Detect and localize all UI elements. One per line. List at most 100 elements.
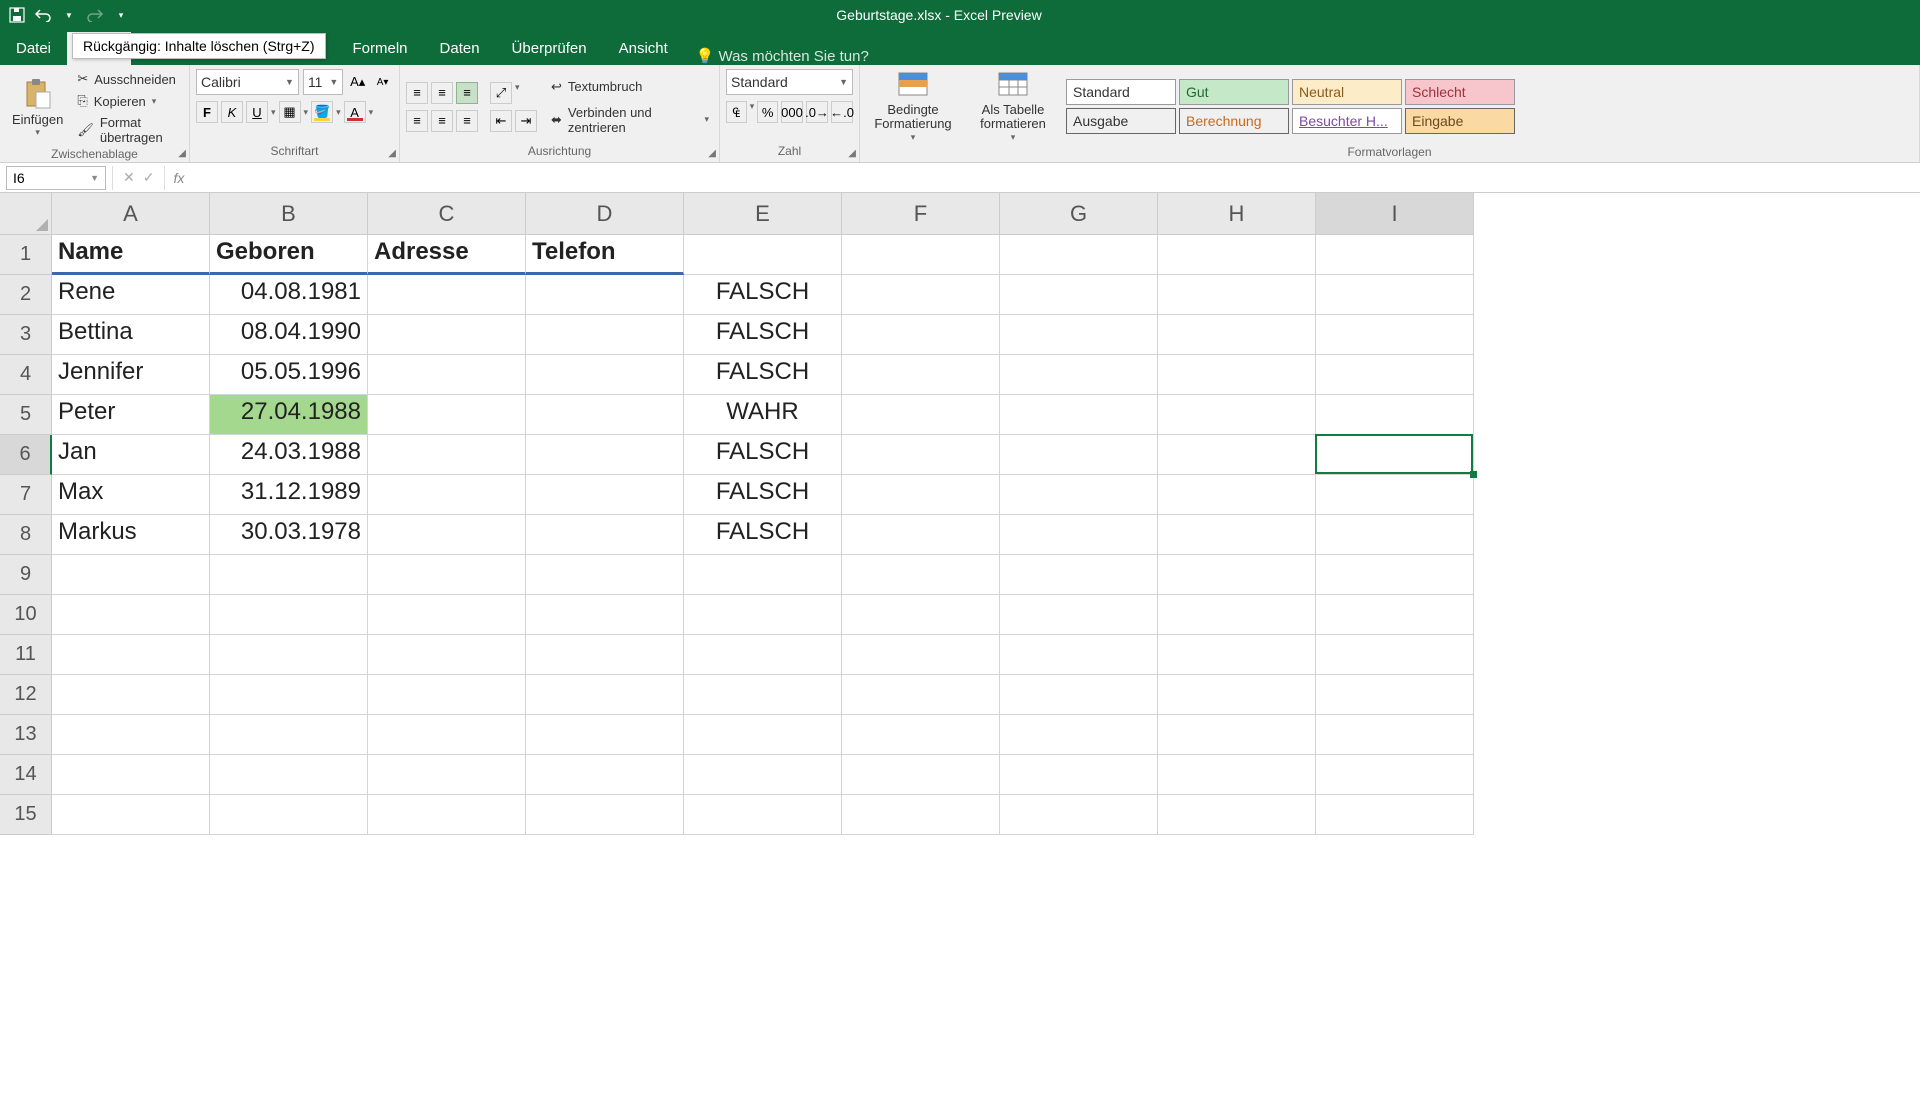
- cell[interactable]: [368, 675, 526, 715]
- undo-dropdown-icon[interactable]: ▼: [60, 6, 78, 24]
- cell[interactable]: 04.08.1981: [210, 275, 368, 315]
- cell[interactable]: FALSCH: [684, 315, 842, 355]
- cell[interactable]: [368, 355, 526, 395]
- align-right-icon[interactable]: ≡: [456, 110, 478, 132]
- select-all-corner[interactable]: [0, 193, 52, 235]
- cell[interactable]: [1316, 715, 1474, 755]
- cell[interactable]: [526, 715, 684, 755]
- style-cell-2[interactable]: Neutral: [1292, 79, 1402, 105]
- tell-me-search[interactable]: 💡 Was möchten Sie tun?: [696, 47, 869, 65]
- cell[interactable]: [1000, 755, 1158, 795]
- cell[interactable]: [1158, 555, 1316, 595]
- cell[interactable]: [1158, 595, 1316, 635]
- cell[interactable]: [1316, 235, 1474, 275]
- cell[interactable]: [526, 355, 684, 395]
- paste-button[interactable]: Einfügen ▾: [6, 76, 69, 140]
- cell[interactable]: [210, 635, 368, 675]
- cell[interactable]: [52, 675, 210, 715]
- col-header-H[interactable]: H: [1158, 193, 1316, 235]
- decrease-font-icon[interactable]: A▾: [372, 71, 393, 93]
- cell[interactable]: [526, 395, 684, 435]
- cell[interactable]: WAHR: [684, 395, 842, 435]
- decrease-indent-icon[interactable]: ⇤: [490, 110, 512, 132]
- cell[interactable]: [368, 475, 526, 515]
- col-header-D[interactable]: D: [526, 193, 684, 235]
- cell[interactable]: [368, 595, 526, 635]
- increase-indent-icon[interactable]: ⇥: [515, 110, 537, 132]
- tab-daten[interactable]: Daten: [424, 32, 496, 65]
- cell[interactable]: Adresse: [368, 235, 526, 275]
- tab-ueberpruefen[interactable]: Überprüfen: [496, 32, 603, 65]
- italic-button[interactable]: K: [221, 101, 243, 123]
- cell[interactable]: FALSCH: [684, 435, 842, 475]
- row-header-2[interactable]: 2: [0, 275, 52, 315]
- cell[interactable]: [1316, 755, 1474, 795]
- style-cell-4[interactable]: Ausgabe: [1066, 108, 1176, 134]
- cell[interactable]: [1000, 595, 1158, 635]
- copy-button[interactable]: ⎘ Kopieren ▾: [73, 91, 183, 111]
- cell[interactable]: [526, 475, 684, 515]
- cell[interactable]: [842, 355, 1000, 395]
- cell[interactable]: [1000, 275, 1158, 315]
- cell[interactable]: [842, 595, 1000, 635]
- row-header-6[interactable]: 6: [0, 435, 52, 475]
- align-launcher-icon[interactable]: ◢: [708, 148, 716, 159]
- cell[interactable]: [1000, 475, 1158, 515]
- cell[interactable]: [1316, 635, 1474, 675]
- cell[interactable]: [368, 435, 526, 475]
- row-header-15[interactable]: 15: [0, 795, 52, 835]
- increase-font-icon[interactable]: A▴: [347, 71, 368, 93]
- cell[interactable]: FALSCH: [684, 275, 842, 315]
- col-header-A[interactable]: A: [52, 193, 210, 235]
- align-left-icon[interactable]: ≡: [406, 110, 428, 132]
- cell[interactable]: [842, 555, 1000, 595]
- cell[interactable]: [1158, 315, 1316, 355]
- cell[interactable]: [1000, 635, 1158, 675]
- cell[interactable]: Name: [52, 235, 210, 275]
- cell[interactable]: [684, 235, 842, 275]
- accounting-format-icon[interactable]: ₠: [726, 101, 747, 123]
- cell[interactable]: [210, 595, 368, 635]
- cell[interactable]: [684, 715, 842, 755]
- tab-formeln[interactable]: Formeln: [337, 32, 424, 65]
- cell[interactable]: [1316, 475, 1474, 515]
- cell[interactable]: [842, 755, 1000, 795]
- cell[interactable]: [1316, 395, 1474, 435]
- cell[interactable]: [1158, 275, 1316, 315]
- cancel-formula-icon[interactable]: ✕: [123, 169, 135, 186]
- cell[interactable]: [1000, 675, 1158, 715]
- cell[interactable]: [1316, 515, 1474, 555]
- row-header-4[interactable]: 4: [0, 355, 52, 395]
- cell[interactable]: [52, 715, 210, 755]
- cells-area[interactable]: NameGeborenAdresseTelefonRene04.08.1981F…: [52, 235, 1474, 835]
- cell[interactable]: [1316, 435, 1474, 475]
- wrap-text-button[interactable]: ↩ Textumbruch: [547, 77, 713, 97]
- cell[interactable]: [1158, 755, 1316, 795]
- cell[interactable]: 30.03.1978: [210, 515, 368, 555]
- cell[interactable]: 24.03.1988: [210, 435, 368, 475]
- cell[interactable]: [842, 395, 1000, 435]
- row-header-12[interactable]: 12: [0, 675, 52, 715]
- col-header-F[interactable]: F: [842, 193, 1000, 235]
- cell[interactable]: [526, 755, 684, 795]
- row-header-9[interactable]: 9: [0, 555, 52, 595]
- cell[interactable]: [684, 555, 842, 595]
- cell[interactable]: [52, 755, 210, 795]
- undo-icon[interactable]: [34, 6, 52, 24]
- row-header-11[interactable]: 11: [0, 635, 52, 675]
- spreadsheet-grid[interactable]: ABCDEFGHI 123456789101112131415 NameGebo…: [0, 193, 1920, 1093]
- cell[interactable]: [1000, 555, 1158, 595]
- style-cell-3[interactable]: Schlecht: [1405, 79, 1515, 105]
- align-middle-icon[interactable]: ≡: [431, 82, 453, 104]
- cell[interactable]: [368, 795, 526, 835]
- cell[interactable]: [1000, 395, 1158, 435]
- format-painter-button[interactable]: 🖌 Format übertragen: [73, 113, 183, 147]
- cell[interactable]: [842, 675, 1000, 715]
- cell[interactable]: [842, 715, 1000, 755]
- percent-format-icon[interactable]: %: [757, 101, 778, 123]
- col-header-G[interactable]: G: [1000, 193, 1158, 235]
- cell[interactable]: [526, 795, 684, 835]
- cell[interactable]: [526, 635, 684, 675]
- cell[interactable]: [368, 275, 526, 315]
- cell[interactable]: [52, 595, 210, 635]
